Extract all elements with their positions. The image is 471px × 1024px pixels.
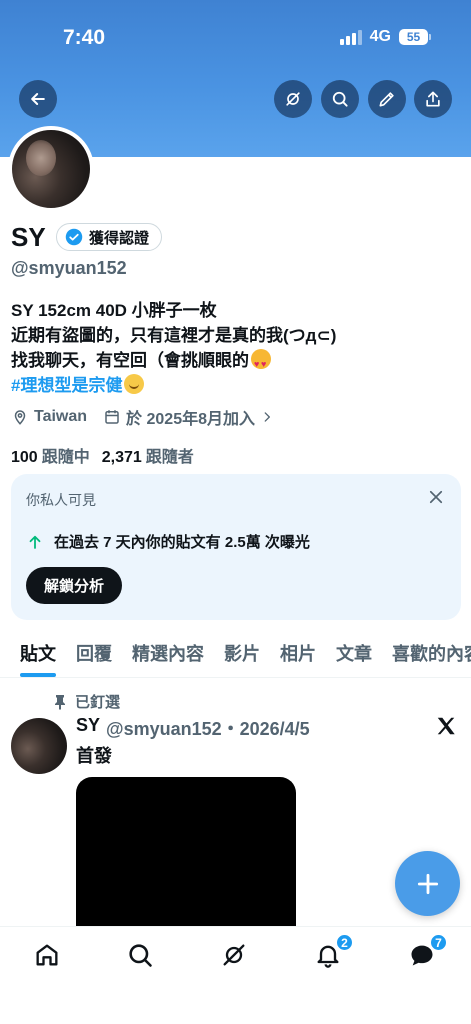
bio-line-4-wrap: #理想型是宗健 xyxy=(11,373,336,398)
grok-icon xyxy=(223,944,245,966)
share-icon xyxy=(426,91,440,107)
tab-posts[interactable]: 貼文 xyxy=(20,630,56,677)
insight-card: 你私人可見 在過去 7 天內你的貼文有 2.5萬 次曝光 解鎖分析 xyxy=(11,474,461,620)
post-text: 首發 xyxy=(76,746,112,766)
profile-tabs: 貼文 回覆 精選內容 影片 相片 文章 喜歡的內容 xyxy=(0,630,471,678)
tab-photos[interactable]: 相片 xyxy=(280,630,316,677)
arrow-left-icon xyxy=(31,93,45,105)
tab-likes[interactable]: 喜歡的內容 xyxy=(392,630,471,677)
battery-level: 55 xyxy=(399,29,428,45)
battery-icon: 55 xyxy=(399,29,431,45)
network-type: 4G xyxy=(369,28,391,45)
chevron-right-icon xyxy=(264,412,270,422)
status-time: 7:40 xyxy=(63,26,106,49)
post-author[interactable]: SY xyxy=(76,715,100,741)
tab-videos[interactable]: 影片 xyxy=(224,630,260,677)
followers-count: 2,371 xyxy=(101,449,142,466)
bio-line-1: SY 152cm 40D 小胖子一枚 xyxy=(11,301,217,320)
notifications-badge: 2 xyxy=(335,933,354,952)
tab-replies[interactable]: 回覆 xyxy=(76,630,112,677)
profile-avatar[interactable] xyxy=(8,126,94,212)
nav-notifications[interactable]: 2 xyxy=(314,933,354,971)
nav-grok[interactable] xyxy=(220,941,250,971)
grok-button[interactable] xyxy=(274,80,312,118)
post-meta: @smyuan152・2026/4/5 xyxy=(106,719,310,739)
insight-message: 在過去 7 天內你的貼文有 2.5萬 次曝光 xyxy=(54,534,310,551)
post-header: SY @smyuan152・2026/4/5 xyxy=(76,715,310,741)
bottom-nav: 2 7 xyxy=(0,926,471,1024)
bio-line-2: 近期有盜圖的，只有這裡才是真的我(つд⊂) xyxy=(11,326,337,345)
tab-articles[interactable]: 文章 xyxy=(336,630,372,677)
pinned-indicator: 已釘選 xyxy=(53,691,120,712)
relieved-emoji-icon xyxy=(124,374,145,394)
plus-icon xyxy=(417,873,438,894)
verified-check-icon xyxy=(65,228,83,246)
heart-eyes-emoji-icon xyxy=(251,349,271,377)
followers-label: 跟隨者 xyxy=(145,449,194,466)
search-icon xyxy=(332,91,348,107)
bio-line-3-wrap: 找我聊天，有空回（會挑順眼的 xyxy=(11,348,336,377)
nav-search[interactable] xyxy=(126,941,156,971)
calendar-icon xyxy=(105,410,119,424)
nav-home[interactable] xyxy=(33,941,63,971)
location-text: Taiwan xyxy=(34,408,88,425)
home-icon xyxy=(36,944,58,966)
edit-button[interactable] xyxy=(368,80,406,118)
status-indicators: 4G 55 xyxy=(339,28,431,46)
signal-icon xyxy=(339,29,362,45)
location-pin-icon xyxy=(14,410,26,425)
pin-icon xyxy=(55,694,65,710)
unlock-analytics-button[interactable]: 解鎖分析 xyxy=(26,567,123,604)
following-label: 跟隨中 xyxy=(41,449,90,466)
compose-button[interactable] xyxy=(395,851,460,916)
search-icon xyxy=(129,944,152,967)
post-media[interactable] xyxy=(76,777,296,937)
location: Taiwan xyxy=(11,408,87,426)
profile-name: SY xyxy=(11,222,46,252)
profile-meta: Taiwan 於 2025年8月加入 xyxy=(11,405,274,429)
search-button[interactable] xyxy=(321,80,359,118)
insight-title: 你私人可見 xyxy=(26,492,96,508)
close-icon[interactable] xyxy=(427,488,445,506)
messages-badge: 7 xyxy=(429,933,448,952)
verified-label: 獲得認證 xyxy=(89,229,150,247)
tab-highlights[interactable]: 精選內容 xyxy=(132,630,204,677)
nav-messages[interactable]: 7 xyxy=(408,933,448,971)
bio-line-3: 找我聊天，有空回（會挑順眼的 xyxy=(11,351,249,370)
back-button[interactable] xyxy=(19,80,57,118)
x-logo-icon xyxy=(437,717,455,735)
pinned-label: 已釘選 xyxy=(75,694,121,711)
pencil-icon xyxy=(379,92,394,107)
profile-bio: SY 152cm 40D 小胖子一枚 近期有盜圖的，只有這裡才是真的我(つд⊂)… xyxy=(11,298,336,398)
join-date[interactable]: 於 2025年8月加入 xyxy=(103,405,274,429)
post-avatar[interactable] xyxy=(11,718,67,774)
grok-icon xyxy=(286,92,300,106)
insight-row: 在過去 7 天內你的貼文有 2.5萬 次曝光 xyxy=(26,531,310,552)
following-link[interactable]: 100 跟隨中 xyxy=(11,443,90,467)
share-button[interactable] xyxy=(414,80,452,118)
followers-link[interactable]: 2,371 跟隨者 xyxy=(102,443,194,467)
follow-stats: 100 跟隨中 2,371 跟隨者 xyxy=(11,443,194,467)
profile-handle: @smyuan152 xyxy=(11,258,127,278)
join-date-text: 於 2025年8月加入 xyxy=(126,411,255,428)
bio-hashtag[interactable]: #理想型是宗健 xyxy=(11,376,122,395)
following-count: 100 xyxy=(11,449,38,466)
verified-badge[interactable]: 獲得認證 xyxy=(56,223,163,251)
arrow-up-icon xyxy=(29,535,41,549)
